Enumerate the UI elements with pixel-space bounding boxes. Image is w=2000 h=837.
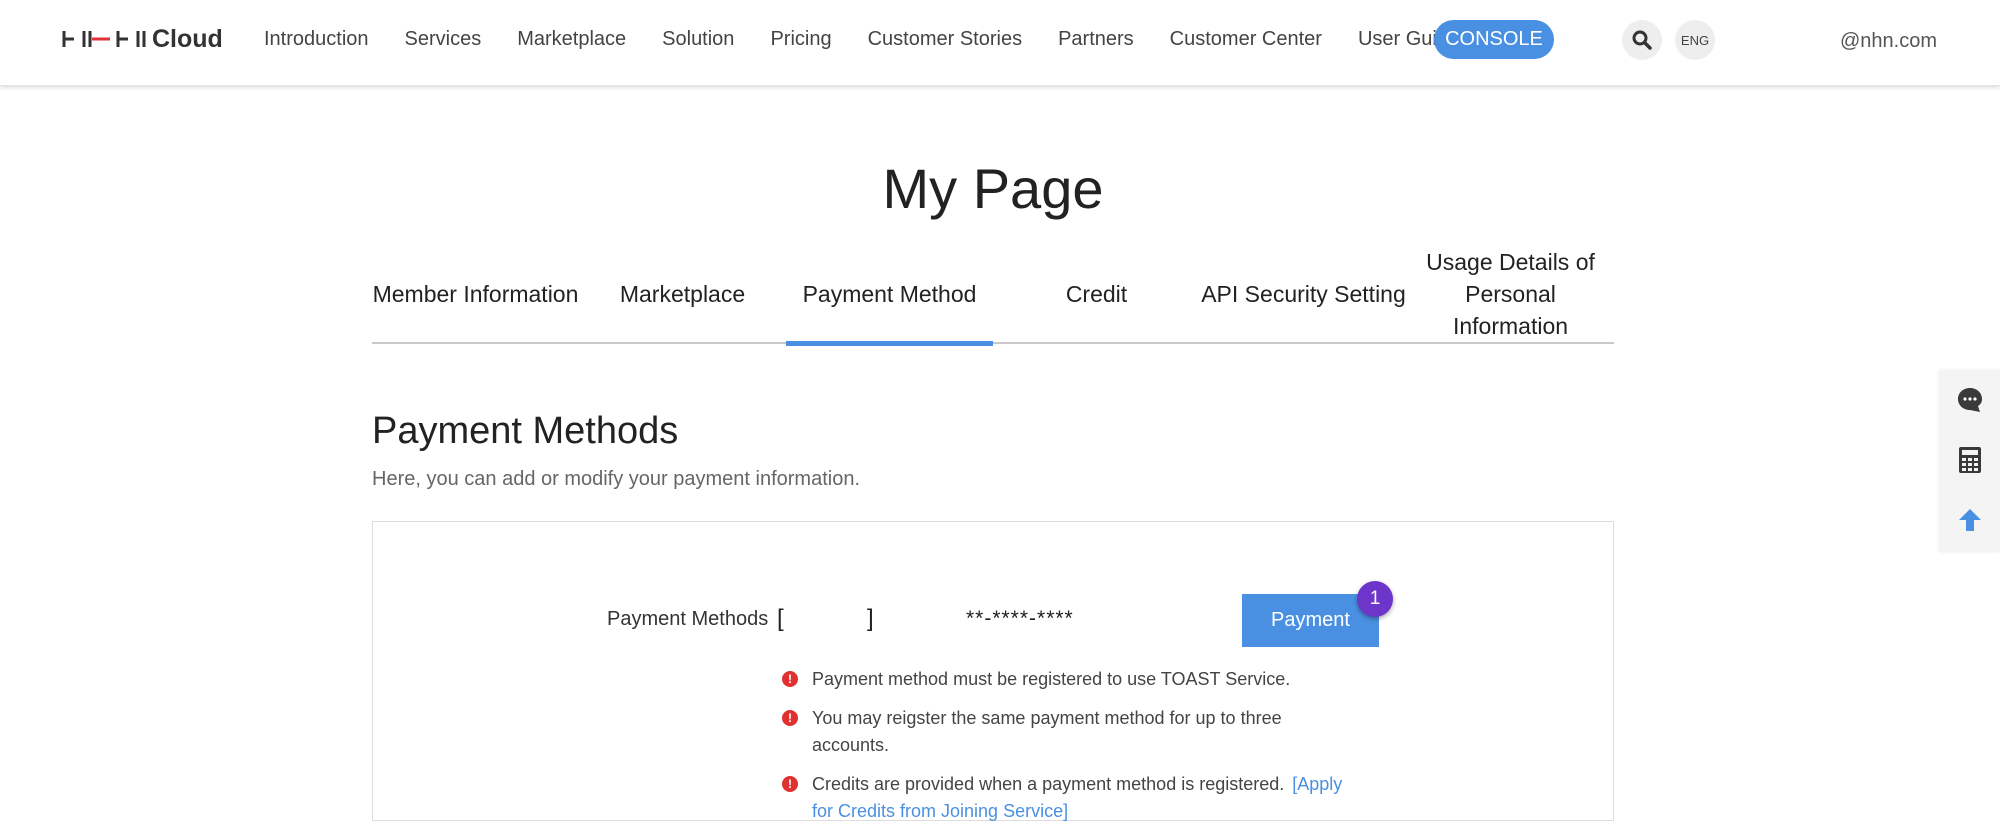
nav-customer-center[interactable]: Customer Center: [1152, 20, 1340, 58]
tab-usage-details-personal-information[interactable]: Usage Details of Personal Information: [1407, 244, 1614, 344]
tab-label: Marketplace: [619, 281, 746, 307]
language-button[interactable]: ENG: [1675, 20, 1715, 60]
nav-marketplace[interactable]: Marketplace: [499, 20, 644, 58]
alert-icon: !: [782, 710, 798, 726]
tab-payment-method[interactable]: Payment Method: [786, 244, 993, 346]
tab-label: Usage Details of Personal Information: [1426, 249, 1595, 339]
scroll-top-button[interactable]: [1940, 490, 2000, 550]
account-label[interactable]: @nhn.com: [1840, 30, 1937, 53]
nav-introduction[interactable]: Introduction: [264, 20, 387, 58]
payment-methods-label: Payment Methods: [607, 608, 769, 630]
search-button[interactable]: [1622, 20, 1662, 60]
nav-partners[interactable]: Partners: [1040, 20, 1152, 58]
search-icon: [1632, 30, 1652, 50]
note-text: Credits are provided when a payment meth…: [812, 774, 1285, 794]
note-text-wrap: Credits are provided when a payment meth…: [812, 771, 1362, 825]
note-item: ! You may reigster the same payment meth…: [782, 705, 1362, 759]
payment-notes: ! Payment method must be registered to u…: [782, 666, 1362, 837]
alert-icon: !: [782, 776, 798, 792]
tab-label: API Security Setting: [1201, 281, 1406, 307]
step-badge: 1: [1357, 581, 1393, 617]
note-item: ! Payment method must be registered to u…: [782, 666, 1362, 693]
main-nav: Introduction Services Marketplace Soluti…: [264, 20, 1477, 58]
nav-services[interactable]: Services: [387, 20, 500, 58]
section-description: Here, you can add or modify your payment…: [372, 468, 861, 490]
tab-label: Payment Method: [802, 281, 977, 307]
floating-toolbar: [1940, 370, 2000, 552]
page-title: My Page: [882, 157, 1104, 220]
chat-icon: [1958, 388, 1982, 412]
console-button[interactable]: CONSOLE: [1434, 20, 1554, 59]
nhn-logo-mark-icon: [62, 28, 146, 50]
calculator-icon: [1959, 447, 1981, 473]
arrow-up-icon: [1959, 509, 1981, 531]
top-header: Cloud Introduction Services Marketplace …: [0, 0, 2000, 86]
section-title: Payment Methods: [372, 410, 679, 452]
tab-api-security-setting[interactable]: API Security Setting: [1200, 244, 1407, 344]
tab-label: Member Information: [372, 281, 579, 307]
note-item: ! Credits are provided when a payment me…: [782, 771, 1362, 825]
nav-pricing[interactable]: Pricing: [752, 20, 849, 58]
mypage-tabs: Member Information Marketplace Payment M…: [372, 244, 1614, 346]
tab-credit[interactable]: Credit: [993, 244, 1200, 344]
nav-solution[interactable]: Solution: [644, 20, 752, 58]
tab-member-information[interactable]: Member Information: [372, 244, 579, 344]
nav-customer-stories[interactable]: Customer Stories: [850, 20, 1041, 58]
bracket-open: [: [777, 605, 784, 632]
chat-button[interactable]: [1940, 370, 2000, 430]
masked-payment-number: **-****-****: [966, 607, 1074, 630]
bracket-close: ]: [867, 605, 874, 632]
nhn-cloud-logo[interactable]: Cloud: [62, 24, 223, 54]
tab-label: Credit: [1065, 281, 1128, 307]
logo-text: Cloud: [152, 24, 223, 53]
note-text: You may reigster the same payment method…: [812, 708, 1282, 755]
note-text: Payment method must be registered to use…: [812, 669, 1291, 689]
tab-marketplace[interactable]: Marketplace: [579, 244, 786, 344]
calculator-button[interactable]: [1940, 430, 2000, 490]
alert-icon: !: [782, 671, 798, 687]
